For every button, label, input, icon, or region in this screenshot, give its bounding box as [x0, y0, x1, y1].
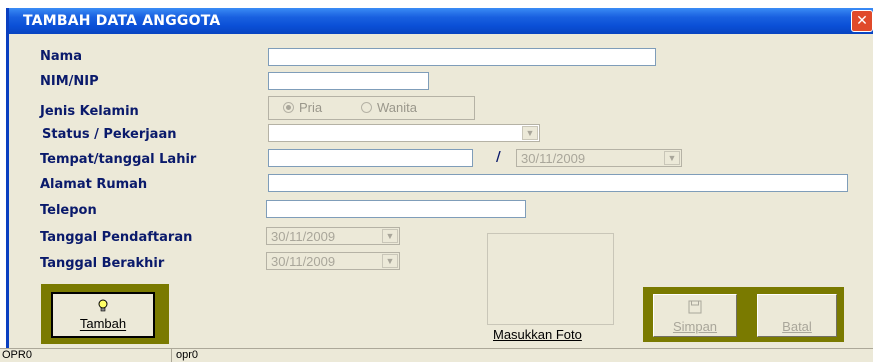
- chevron-down-icon[interactable]: ▼: [522, 126, 538, 140]
- title-bar[interactable]: TAMBAH DATA ANGGOTA ✕: [9, 8, 873, 34]
- tgl-akhir-value: 30/11/2009: [271, 254, 336, 269]
- lightbulb-icon: [98, 299, 108, 312]
- action-buttons-frame: Simpan Batal: [643, 287, 844, 342]
- tambah-button-label: Tambah: [79, 316, 127, 331]
- status-user-id: OPR0: [0, 349, 172, 362]
- tgl-daftar-value: 30/11/2009: [271, 229, 336, 244]
- ttl-label: Tempat/tanggal Lahir: [40, 152, 197, 167]
- simpan-button-label: Simpan: [672, 319, 718, 334]
- radio-wanita-label: Wanita: [377, 100, 417, 115]
- date-separator: /: [496, 150, 501, 165]
- gender-label: Jenis Kelamin: [40, 104, 139, 119]
- nim-label: NIM/NIP: [40, 74, 99, 89]
- upload-photo-link[interactable]: Masukkan Foto: [493, 327, 582, 342]
- chevron-down-icon[interactable]: ▼: [382, 254, 398, 268]
- tempat-lahir-input[interactable]: [268, 149, 473, 167]
- radio-pria[interactable]: Pria: [283, 100, 322, 115]
- tambah-button[interactable]: Tambah: [51, 292, 155, 338]
- chevron-down-icon[interactable]: ▼: [382, 229, 398, 243]
- tambah-button-frame: Tambah: [41, 284, 169, 344]
- gender-radio-group: Pria Wanita: [268, 96, 475, 120]
- radio-unchecked-icon: [361, 102, 372, 113]
- radio-pria-label: Pria: [299, 100, 323, 115]
- alamat-label: Alamat Rumah: [40, 177, 148, 192]
- nama-input[interactable]: [268, 48, 656, 66]
- save-icon: [688, 300, 702, 314]
- nim-input[interactable]: [268, 72, 429, 90]
- chevron-down-icon[interactable]: ▼: [664, 151, 680, 165]
- status-select[interactable]: ▼: [268, 124, 540, 142]
- status-user-name: opr0: [176, 349, 199, 361]
- birth-date-picker[interactable]: 30/11/2009 ▼: [516, 149, 682, 167]
- radio-wanita[interactable]: Wanita: [361, 100, 417, 115]
- telepon-label: Telepon: [40, 203, 97, 218]
- telepon-input[interactable]: [266, 200, 526, 218]
- photo-preview: [487, 233, 614, 325]
- birth-date-value: 30/11/2009: [521, 151, 586, 166]
- close-icon: ✕: [856, 13, 868, 29]
- window-title: TAMBAH DATA ANGGOTA: [23, 13, 221, 29]
- tgl-daftar-label: Tanggal Pendaftaran: [40, 230, 193, 245]
- status-label: Status / Pekerjaan: [42, 127, 177, 142]
- tgl-akhir-label: Tanggal Berakhir: [40, 256, 165, 271]
- batal-button[interactable]: Batal: [757, 294, 837, 337]
- batal-button-label: Batal: [782, 319, 812, 334]
- alamat-input[interactable]: [268, 174, 848, 192]
- close-button[interactable]: ✕: [851, 10, 873, 32]
- nama-label: Nama: [40, 49, 82, 64]
- status-bar: OPR0 opr0: [0, 348, 873, 362]
- radio-checked-icon: [283, 102, 294, 113]
- simpan-button[interactable]: Simpan: [653, 294, 737, 337]
- tgl-daftar-picker[interactable]: 30/11/2009 ▼: [266, 227, 400, 245]
- tgl-akhir-picker[interactable]: 30/11/2009 ▼: [266, 252, 400, 270]
